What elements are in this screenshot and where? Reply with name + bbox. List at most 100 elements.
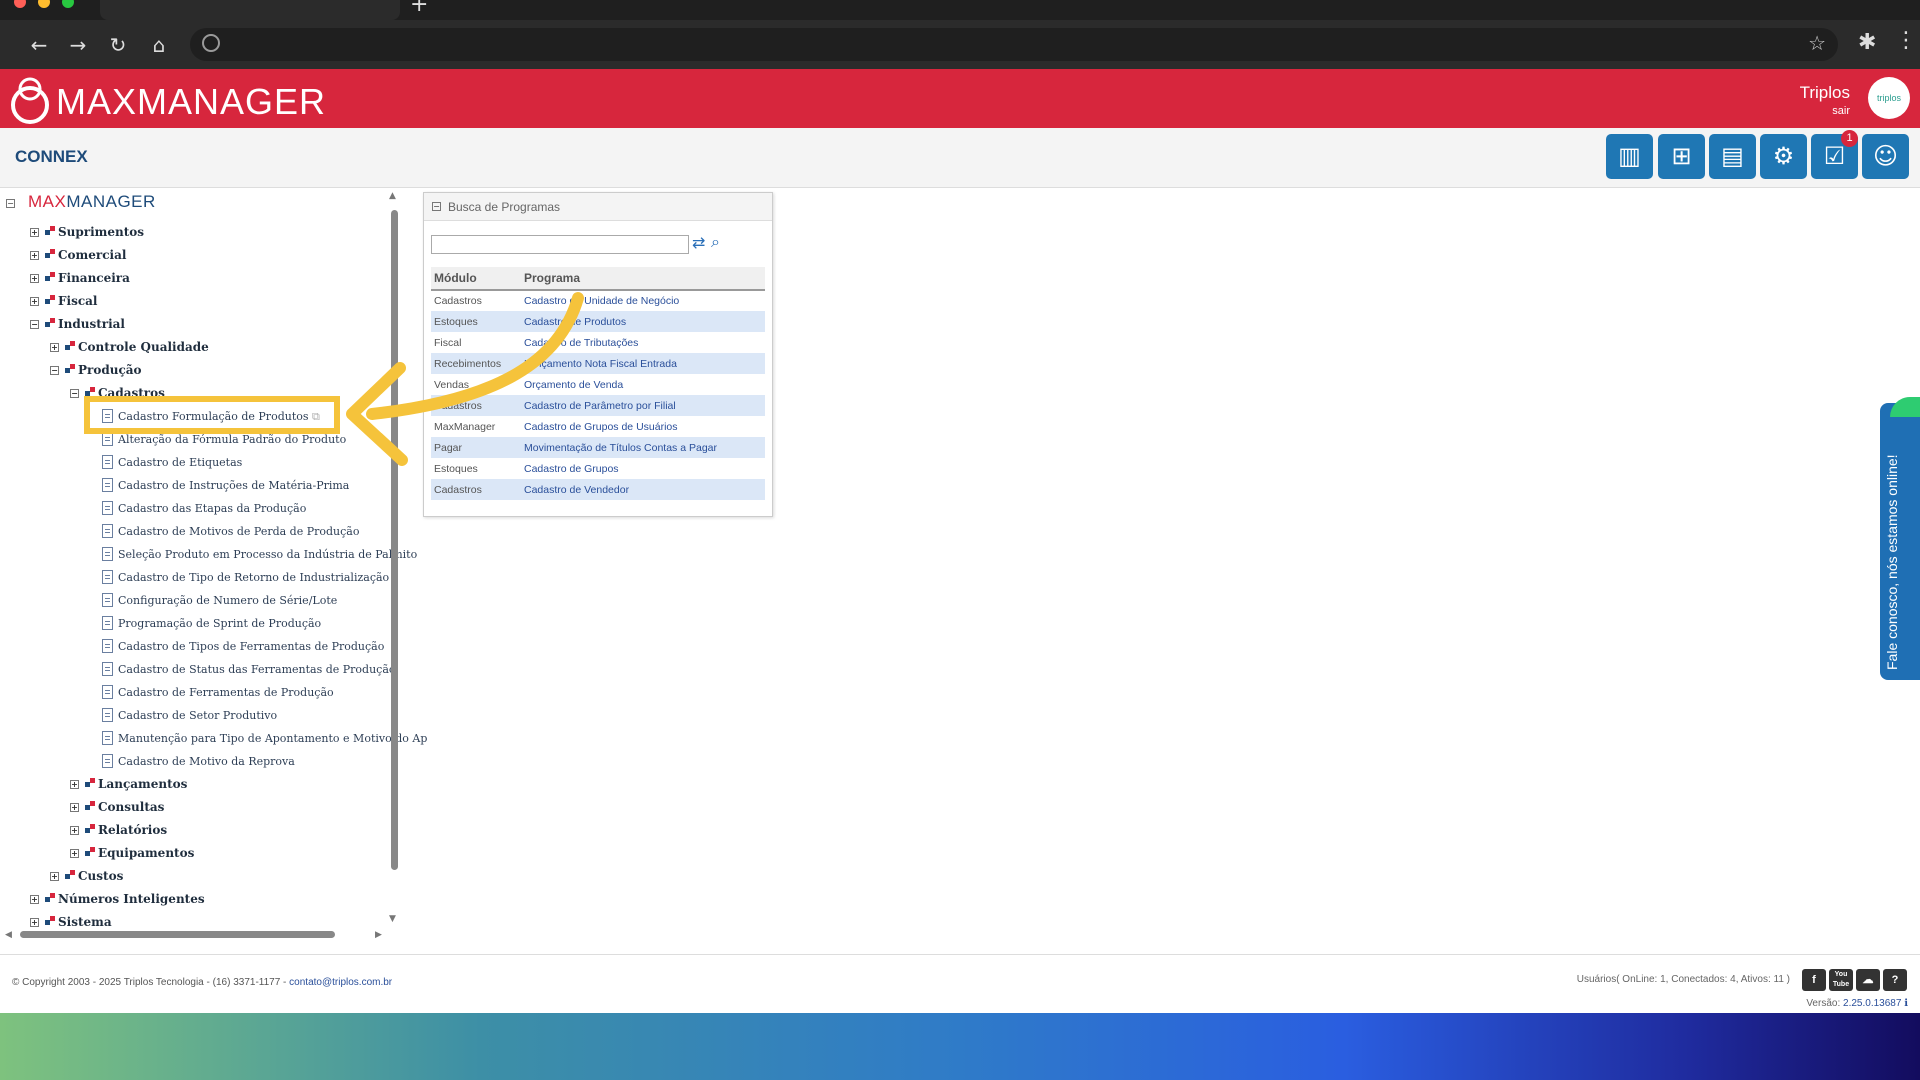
table-row[interactable]: Estoques Cadastro de Grupos	[431, 458, 765, 479]
logout-link[interactable]: sair	[1832, 105, 1850, 117]
tree-folder-node[interactable]: + Lançamentos	[70, 777, 187, 797]
forward-icon[interactable]: →	[65, 32, 91, 58]
tree-hscroll-thumb[interactable]	[20, 931, 335, 938]
tree-root-toggle[interactable]: −	[6, 196, 21, 216]
tree-vertical-scrollbar[interactable]	[390, 200, 399, 870]
bookmark-star-icon[interactable]: ☆	[1808, 31, 1826, 55]
program-link[interactable]: Lançamento Nota Fiscal Entrada	[521, 353, 765, 374]
tree-program-item[interactable]: Cadastro das Etapas da Produção	[102, 501, 306, 521]
tree-program-item[interactable]: Cadastro de Tipo de Retorno de Industria…	[102, 570, 389, 590]
address-bar[interactable]: ☆	[190, 28, 1838, 61]
program-link[interactable]: Cadastro de Unidade de Negócio	[521, 290, 765, 311]
tree-program-item[interactable]: Configuração de Numero de Série/Lote	[102, 593, 337, 613]
tree-folder-node[interactable]: + Controle Qualidade	[50, 340, 209, 360]
tree-program-item[interactable]: Cadastro de Motivo da Reprova	[102, 754, 295, 774]
search-panel-title[interactable]: − Busca de Programas	[424, 193, 772, 221]
tree-horizontal-scrollbar[interactable]	[8, 930, 383, 939]
tree-folder-node[interactable]: + Custos	[50, 869, 123, 889]
expand-icon[interactable]: +	[70, 780, 79, 789]
scroll-up-icon[interactable]: ▲	[389, 191, 396, 201]
column-header-program[interactable]: Programa	[521, 267, 765, 291]
tree-program-item[interactable]: Cadastro de Ferramentas de Produção	[102, 685, 334, 705]
tree-program-item[interactable]: Cadastro de Motivos de Perda de Produção	[102, 524, 359, 544]
reports-chart-icon[interactable]: ▥	[1606, 134, 1653, 179]
expand-icon[interactable]: +	[30, 297, 39, 306]
tree-folder-node[interactable]: + Suprimentos	[30, 225, 144, 245]
expand-icon[interactable]: +	[70, 849, 79, 858]
table-row[interactable]: Cadastros Cadastro de Parâmetro por Filia…	[431, 395, 765, 416]
back-icon[interactable]: ←	[26, 32, 52, 58]
documents-icon[interactable]: ▤	[1709, 134, 1756, 179]
table-row[interactable]: Recebimentos Lançamento Nota Fiscal Entra…	[431, 353, 765, 374]
tree-folder-node[interactable]: + Relatórios	[70, 823, 167, 843]
table-row[interactable]: Vendas Orçamento de Venda	[431, 374, 765, 395]
user-name[interactable]: Triplos	[1800, 83, 1850, 103]
expand-icon[interactable]: +	[30, 274, 39, 283]
tree-program-item[interactable]: Seleção Produto em Processo da Indústria…	[102, 547, 417, 567]
tree-folder-node[interactable]: + Números Inteligentes	[30, 892, 205, 912]
tree-folder-node[interactable]: + Comercial	[30, 248, 126, 268]
chat-side-tab-label[interactable]: Fale conosco, nós estamos online!	[1884, 430, 1914, 670]
table-row[interactable]: Pagar Movimentação de Títulos Contas a Pa…	[431, 437, 765, 458]
program-link[interactable]: Cadastro de Produtos	[521, 311, 765, 332]
tree-program-item[interactable]: Cadastro de Etiquetas	[102, 455, 242, 475]
tree-program-item[interactable]: Alteração da Fórmula Padrão do Produto	[102, 432, 346, 452]
facebook-icon[interactable]: f	[1802, 969, 1826, 991]
site-info-icon[interactable]	[202, 34, 220, 52]
expand-icon[interactable]: +	[30, 918, 39, 927]
settings-gear-icon[interactable]: ⚙	[1760, 134, 1807, 179]
program-link[interactable]: Orçamento de Venda	[521, 374, 765, 395]
table-row[interactable]: Cadastros Cadastro de Vendedor	[431, 479, 765, 500]
expand-icon[interactable]: +	[50, 343, 59, 352]
expand-icon[interactable]: +	[50, 872, 59, 881]
reload-icon[interactable]: ↻	[105, 32, 131, 58]
new-tab-icon[interactable]: +	[410, 0, 428, 17]
contact-email-link[interactable]: contato@triplos.com.br	[289, 977, 392, 988]
browser-menu-icon[interactable]: ⋮	[1895, 28, 1917, 53]
expand-icon[interactable]: +	[30, 228, 39, 237]
search-icon[interactable]: ⌕	[711, 232, 720, 252]
scroll-left-icon[interactable]: ◀	[5, 930, 12, 940]
info-icon[interactable]: ℹ	[1904, 998, 1908, 1009]
collapse-icon[interactable]: −	[70, 389, 79, 398]
scroll-right-icon[interactable]: ▶	[375, 930, 382, 940]
tree-scroll-thumb[interactable]	[391, 210, 398, 870]
user-profile-icon[interactable]: ☺	[1862, 134, 1909, 179]
collapse-icon[interactable]: −	[30, 320, 39, 329]
tree-program-item[interactable]: Cadastro de Setor Produtivo	[102, 708, 277, 728]
refresh-icon[interactable]: ⇄	[692, 233, 705, 252]
program-link[interactable]: Cadastro de Parâmetro por Filial	[521, 395, 765, 416]
tree-program-item[interactable]: Manutenção para Tipo de Apontamento e Mo…	[102, 731, 427, 751]
tree-folder-node[interactable]: − Industrial	[30, 317, 125, 337]
tree-folder-node[interactable]: − Produção	[50, 363, 142, 383]
tree-program-item[interactable]: Cadastro de Status das Ferramentas de Pr…	[102, 662, 396, 682]
expand-icon[interactable]: +	[30, 895, 39, 904]
program-link[interactable]: Cadastro de Tributações	[521, 332, 765, 353]
tree-program-item[interactable]: Cadastro de Tipos de Ferramentas de Prod…	[102, 639, 384, 659]
tree-folder-node[interactable]: + Financeira	[30, 271, 130, 291]
tree-folder-node[interactable]: + Equipamentos	[70, 846, 194, 866]
tree-program-item[interactable]: Cadastro de Instruções de Matéria-Prima	[102, 478, 349, 498]
program-link[interactable]: Cadastro de Grupos de Usuários	[521, 416, 765, 437]
cloud-icon[interactable]: ☁	[1856, 969, 1880, 991]
program-link[interactable]: Cadastro de Vendedor	[521, 479, 765, 500]
table-row[interactable]: Cadastros Cadastro de Unidade de Negócio	[431, 290, 765, 311]
bpo-network-icon[interactable]: ⊞	[1658, 134, 1705, 179]
collapse-toggle-icon[interactable]: −	[432, 202, 441, 211]
tree-folder-node[interactable]: + Fiscal	[30, 294, 97, 314]
program-link[interactable]: Cadastro de Grupos	[521, 458, 765, 479]
minimize-window-icon[interactable]	[38, 0, 50, 8]
tree-program-item[interactable]: Programação de Sprint de Produção	[102, 616, 321, 636]
extensions-icon[interactable]: ✱	[1858, 30, 1876, 55]
expand-icon[interactable]: +	[70, 803, 79, 812]
browser-tab[interactable]	[100, 0, 400, 20]
home-icon[interactable]: ⌂	[146, 32, 172, 58]
help-icon[interactable]: ?	[1883, 969, 1907, 991]
table-row[interactable]: Estoques Cadastro de Produtos	[431, 311, 765, 332]
column-header-module[interactable]: Módulo	[431, 267, 521, 291]
tree-folder-node[interactable]: + Consultas	[70, 800, 164, 820]
youtube-icon[interactable]: You Tube	[1829, 969, 1853, 991]
expand-icon[interactable]: +	[30, 251, 39, 260]
close-window-icon[interactable]	[14, 0, 26, 8]
collapse-icon[interactable]: −	[50, 366, 59, 375]
